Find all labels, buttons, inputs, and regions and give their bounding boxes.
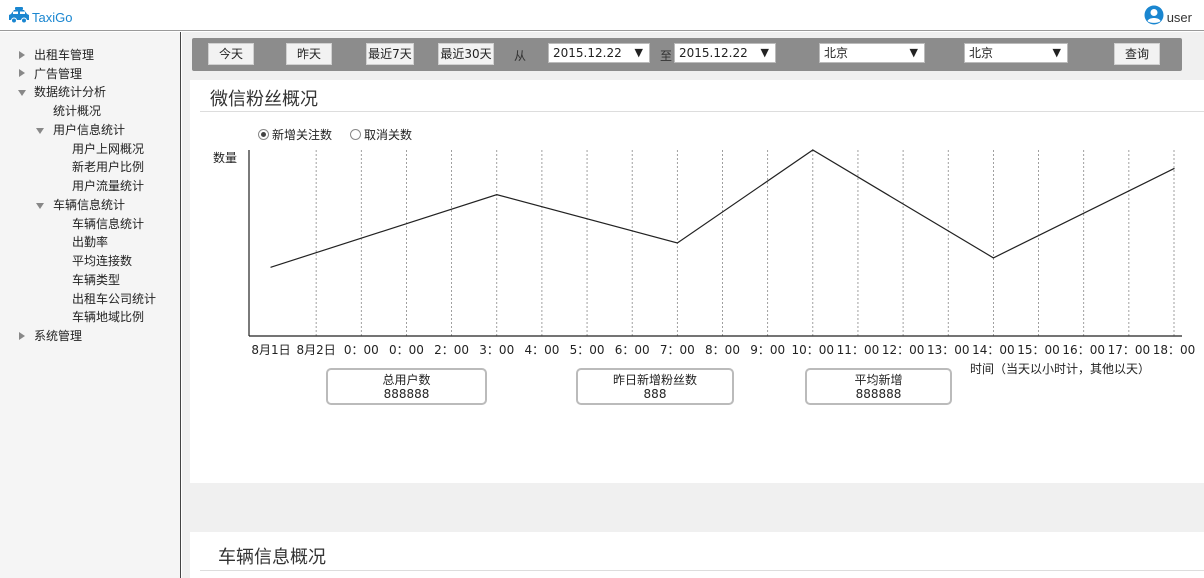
sidebar-item-vehicle-stats-group[interactable]: 车辆信息统计 bbox=[53, 196, 125, 214]
vehicle-info-panel: 车辆信息概况 bbox=[190, 532, 1204, 578]
panel-title: 车辆信息概况 bbox=[218, 547, 326, 568]
sidebar-item-taxi-company[interactable]: 出租车公司统计 bbox=[72, 290, 156, 308]
x-tick-label: 6：00 bbox=[615, 343, 650, 357]
top-bar: TaxiGo user bbox=[0, 0, 1204, 31]
x-tick-label: 0：00 bbox=[344, 343, 379, 357]
app-logo[interactable]: TaxiGo bbox=[8, 6, 72, 28]
sidebar-item-data-analysis[interactable]: 数据统计分析 bbox=[34, 83, 106, 101]
x-tick-label: 16：00 bbox=[1062, 343, 1105, 357]
new-fans-card: 昨日新增粉丝数 888 bbox=[576, 368, 734, 405]
sidebar-item-avg-connections[interactable]: 平均连接数 bbox=[72, 252, 132, 270]
x-tick-label: 14：00 bbox=[972, 343, 1015, 357]
collapsed-arrow-icon[interactable] bbox=[19, 332, 25, 340]
x-axis-label: 时间（当天以小时计，其他以天） bbox=[970, 362, 1150, 376]
x-tick-label: 8：00 bbox=[705, 343, 740, 357]
sidebar-item-ad-management[interactable]: 广告管理 bbox=[34, 65, 82, 83]
total-users-card: 总用户数 888888 bbox=[326, 368, 487, 405]
data-point bbox=[676, 242, 678, 244]
taxi-icon bbox=[8, 6, 30, 28]
data-point bbox=[812, 149, 814, 151]
x-tick-label: 3：00 bbox=[479, 343, 514, 357]
data-point bbox=[992, 257, 995, 259]
x-tick-label: 11：00 bbox=[837, 343, 880, 357]
data-point bbox=[496, 194, 498, 196]
main-content: 今天 昨天 最近7天 最近30天 从 2015.12.22 ▼ 至 2015.1… bbox=[182, 32, 1204, 578]
sidebar-item-stats-overview[interactable]: 统计概况 bbox=[53, 102, 101, 120]
x-tick-label: 0：00 bbox=[389, 343, 424, 357]
total-users-label: 总用户数 bbox=[382, 373, 431, 387]
divider bbox=[200, 570, 1204, 571]
sidebar-item-region-ratio[interactable]: 车辆地域比例 bbox=[72, 308, 144, 326]
x-tick-label: 17：00 bbox=[1108, 343, 1151, 357]
x-tick-label: 4：00 bbox=[524, 343, 559, 357]
sidebar-item-taxi-management[interactable]: 出租车管理 bbox=[34, 46, 94, 64]
data-point bbox=[1173, 168, 1175, 170]
sidebar-item-user-stats[interactable]: 用户信息统计 bbox=[53, 121, 125, 139]
x-tick-label: 8月1日 bbox=[251, 343, 290, 357]
x-tick-label: 9：00 bbox=[750, 343, 785, 357]
x-tick-label: 13：00 bbox=[927, 343, 970, 357]
new-fans-label: 昨日新增粉丝数 bbox=[612, 373, 697, 387]
sidebar-item-system-management[interactable]: 系统管理 bbox=[34, 327, 82, 345]
x-tick-label: 2：00 bbox=[434, 343, 469, 357]
sidebar-item-attendance[interactable]: 出勤率 bbox=[72, 233, 108, 251]
x-tick-label: 5：00 bbox=[570, 343, 605, 357]
sidebar-item-user-online[interactable]: 用户上网概况 bbox=[72, 140, 144, 158]
collapsed-arrow-icon[interactable] bbox=[19, 51, 25, 59]
x-tick-label: 10：00 bbox=[792, 343, 835, 357]
expanded-arrow-icon[interactable] bbox=[36, 128, 44, 134]
user-menu[interactable]: user bbox=[1144, 5, 1192, 29]
x-tick-label: 18：00 bbox=[1153, 343, 1196, 357]
sidebar-item-new-old-ratio[interactable]: 新老用户比例 bbox=[72, 158, 144, 176]
fans-line-chart: 数量 8月1日 8月2日 0：00 0：00 2：00 3：00 4：00 5：00 6：00 7：… bbox=[213, 149, 1196, 376]
app-name: TaxiGo bbox=[32, 9, 73, 25]
avg-new-value: 888888 bbox=[855, 387, 902, 401]
x-tick-label: 8月2日 bbox=[297, 343, 336, 357]
avg-new-label: 平均新增 bbox=[854, 373, 903, 387]
user-avatar-icon bbox=[1144, 5, 1164, 29]
collapsed-arrow-icon[interactable] bbox=[19, 69, 25, 77]
x-tick-label: 7：00 bbox=[660, 343, 695, 357]
user-name: user bbox=[1166, 9, 1192, 25]
avg-new-card: 平均新增 888888 bbox=[805, 368, 952, 405]
sidebar-item-user-traffic[interactable]: 用户流量统计 bbox=[72, 177, 144, 195]
new-fans-value: 888 bbox=[643, 387, 667, 401]
expanded-arrow-icon[interactable] bbox=[36, 203, 44, 209]
sidebar-item-vehicle-type[interactable]: 车辆类型 bbox=[72, 271, 120, 289]
expanded-arrow-icon[interactable] bbox=[18, 90, 26, 96]
y-axis-label: 数量 bbox=[213, 150, 237, 165]
sidebar-item-vehicle-stats[interactable]: 车辆信息统计 bbox=[72, 215, 144, 233]
data-point bbox=[270, 266, 272, 268]
x-tick-label: 15：00 bbox=[1017, 343, 1060, 357]
x-tick-label: 12：00 bbox=[882, 343, 925, 357]
total-users-value: 888888 bbox=[383, 387, 430, 401]
sidebar: 出租车管理 广告管理 数据统计分析 统计概况 用户信息统计 用户上网概况 新老用… bbox=[0, 32, 181, 578]
